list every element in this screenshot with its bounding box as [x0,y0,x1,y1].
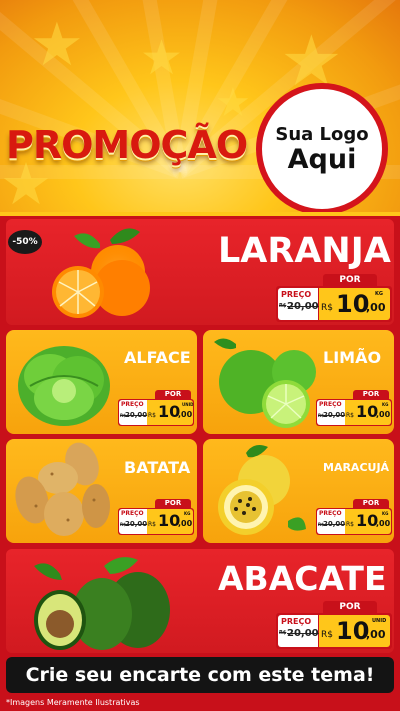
orange-image [52,228,150,318]
price-integer: 10 [158,402,181,421]
promo-title: PROMOÇÃO [6,123,248,167]
product-name-batata: BATATA [124,458,191,477]
flyer: ★ ★ ★ ★ ★ PROMOÇÃO Sua Logo Aqui -50% LA… [0,0,400,711]
disclaimer-note: *Imagens Meramente Ilustrativas [6,698,140,707]
price-integer: 10 [336,617,370,645]
price-decimal: ,00 [376,410,391,419]
lettuce-image [18,346,110,426]
old-price-prefix: R$ [279,630,287,636]
por-label: POR [155,499,191,508]
preco-label: PREÇO [121,510,144,517]
price-decimal: ,00 [366,628,386,641]
unit-label: KG [382,402,389,407]
currency: R$ [346,521,354,528]
por-label: POR [323,274,377,286]
currency: R$ [148,521,156,528]
price-decimal: ,00 [376,519,391,528]
por-label: POR [155,390,191,399]
price-decimal: ,00 [178,519,193,528]
old-price: 20,00 [125,411,148,419]
old-price: 20,00 [323,520,346,528]
preco-label: PREÇO [281,290,312,299]
old-price: 20,00 [287,628,319,639]
preco-label: PREÇO [281,617,312,626]
logo-line-1: Sua Logo [275,123,369,145]
old-price-prefix: R$ [279,303,287,309]
product-name-limao: LIMÃO [323,348,382,367]
price-integer: 10 [158,511,181,530]
price-integer: 10 [336,290,370,318]
preco-label: PREÇO [121,401,144,408]
discount-badge: -50% [8,230,42,254]
currency: R$ [148,412,156,419]
star-icon: ★ [30,10,84,80]
promo-header: ★ ★ ★ ★ ★ PROMOÇÃO Sua Logo Aqui [0,0,400,215]
price-decimal: ,00 [366,301,386,314]
por-label: POR [323,601,377,613]
price-integer: 10 [356,402,379,421]
unit-label: KG [184,511,191,516]
price-decimal: ,00 [178,410,193,419]
logo-line-2: Aqui [287,143,357,175]
potato-image [15,442,110,536]
product-name-alface: ALFACE [124,348,191,367]
cta-text: Crie seu encarte com este tema! [25,664,375,686]
currency: R$ [346,412,354,419]
old-price: 20,00 [125,520,148,528]
por-label: POR [353,499,389,508]
preco-label: PREÇO [319,401,342,408]
unit-label: KG [382,511,389,516]
passion-fruit-image [218,445,306,535]
logo-placeholder: Sua Logo Aqui [256,83,388,215]
currency: R$ [321,630,333,640]
star-icon: ★ [215,80,251,126]
unit-label: UNID [372,618,387,624]
lime-image [214,338,316,428]
product-name-abacate: ABACATE [218,559,387,598]
star-icon: ★ [140,30,184,86]
unit-label: KG [375,291,383,297]
header-divider [0,212,400,216]
currency: R$ [321,303,333,313]
unit-label: UNID [182,402,194,407]
old-price: 20,00 [287,301,319,312]
product-name-laranja: LARANJA [218,231,391,271]
old-price: 20,00 [323,411,346,419]
cta-banner[interactable]: Crie seu encarte com este tema! [6,657,394,693]
por-label: POR [353,390,389,399]
preco-label: PREÇO [319,510,342,517]
product-name-maracuja: MARACUJÁ [323,461,390,474]
avocado-image [34,557,170,650]
price-integer: 10 [356,511,379,530]
